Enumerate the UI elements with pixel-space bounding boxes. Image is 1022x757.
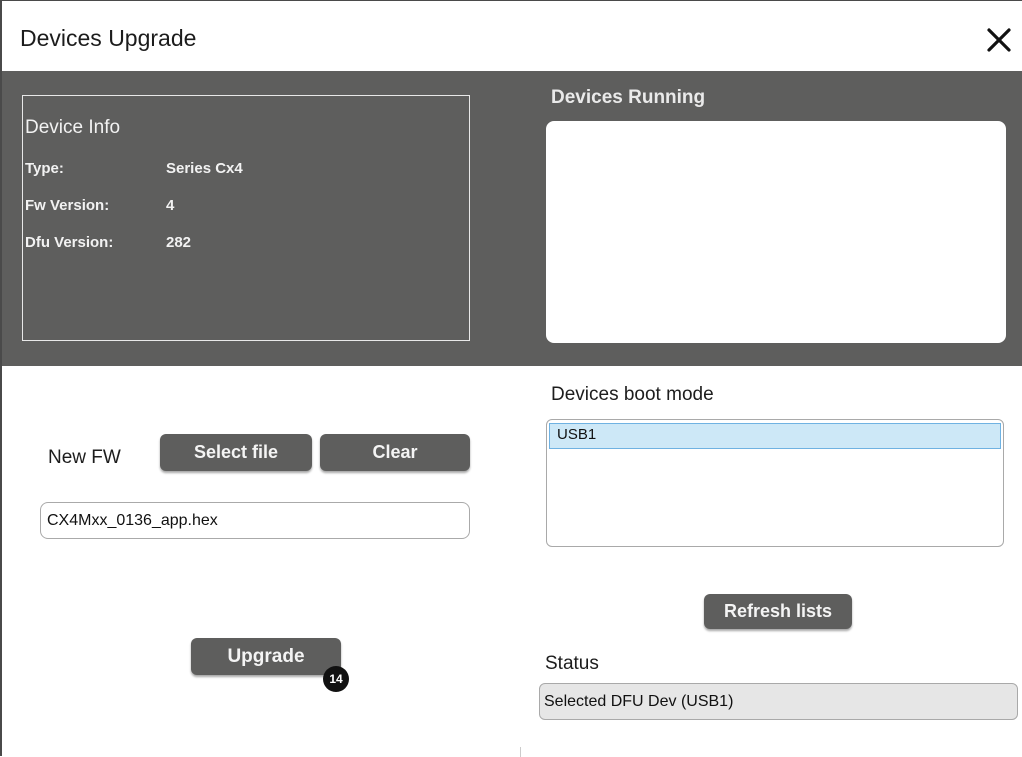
devices-upgrade-window: Devices Upgrade Device Info Type: Series… <box>0 0 1022 757</box>
status-field: Selected DFU Dev (USB1) <box>539 683 1018 720</box>
upgrade-button[interactable]: Upgrade <box>191 638 341 675</box>
device-panel: Device Info Type: Series Cx4 Fw Version:… <box>2 71 1022 366</box>
device-info-title: Device Info <box>25 117 121 138</box>
close-button[interactable] <box>982 23 1016 57</box>
refresh-lists-button[interactable]: Refresh lists <box>704 594 852 629</box>
type-label: Type: <box>25 160 64 177</box>
fw-filename-field[interactable]: CX4Mxx_0136_app.hex <box>40 502 470 539</box>
fw-version-value: 4 <box>166 197 175 214</box>
devices-running-title: Devices Running <box>551 87 706 108</box>
type-value: Series Cx4 <box>166 160 243 177</box>
close-icon <box>987 28 1011 52</box>
boot-mode-item-usb1[interactable]: USB1 <box>549 423 1001 449</box>
new-fw-label: New FW <box>48 447 121 468</box>
dfu-version-value: 282 <box>166 234 192 251</box>
boot-mode-title: Devices boot mode <box>551 384 714 405</box>
dfu-version-label: Dfu Version: <box>25 234 114 251</box>
clear-button[interactable]: Clear <box>320 434 470 471</box>
select-file-button[interactable]: Select file <box>160 434 312 471</box>
fw-version-label: Fw Version: <box>25 197 110 214</box>
title-bar: Devices Upgrade <box>2 1 1022 71</box>
status-label: Status <box>545 653 599 674</box>
window-title: Devices Upgrade <box>20 25 197 51</box>
boot-mode-list[interactable]: USB1 <box>546 419 1004 547</box>
annotation-badge: 14 <box>323 666 349 692</box>
devices-running-list[interactable] <box>546 121 1006 343</box>
